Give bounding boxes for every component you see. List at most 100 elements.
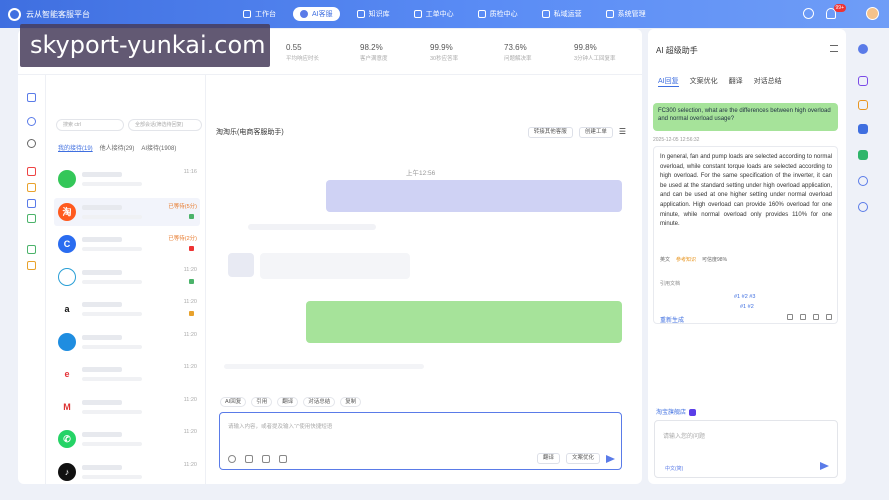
contact-name	[82, 334, 122, 340]
translate-button[interactable]: 翻译	[277, 397, 299, 407]
gmail-icon: M	[58, 397, 76, 416]
send-icon[interactable]	[606, 454, 615, 463]
clock-icon[interactable]	[27, 139, 36, 148]
file-icon[interactable]	[262, 455, 270, 463]
tab-ai[interactable]: AI接待(1908)	[141, 143, 176, 152]
bell-icon[interactable]: 99+	[826, 4, 846, 19]
thumbs-up-icon[interactable]	[787, 314, 793, 320]
message-time: 11:16	[183, 169, 197, 175]
list-item[interactable]: 淘 已等待(5分)	[54, 197, 200, 226]
nav-qa[interactable]: 质检中心	[471, 7, 525, 21]
clipboard-icon[interactable]	[858, 124, 868, 134]
ai-reply-button[interactable]: AI回复	[220, 397, 247, 407]
nav-private[interactable]: 私域运营	[535, 7, 589, 21]
robot-icon[interactable]	[858, 44, 868, 54]
image-icon[interactable]	[245, 455, 253, 463]
nav-knowledge[interactable]: 知识库	[350, 7, 397, 21]
insert-icon[interactable]	[826, 314, 832, 320]
filter-select[interactable]: 全部会话(筛选待回复)	[128, 119, 202, 131]
copy-icon[interactable]	[813, 314, 819, 320]
list-item[interactable]: 11:20	[54, 328, 200, 356]
ai-input-placeholder: 请输入您的问题	[663, 434, 706, 440]
share-icon[interactable]	[858, 150, 868, 160]
reference-links: #1 #2 #3 #1 #2	[734, 293, 755, 313]
flag-icon	[189, 213, 194, 219]
menu-icon[interactable]	[830, 45, 838, 52]
globe-icon[interactable]	[803, 8, 814, 19]
user-icon[interactable]	[858, 176, 868, 186]
star-icon[interactable]	[27, 199, 36, 208]
calendar-icon[interactable]	[27, 245, 36, 254]
ebay-icon: e	[58, 365, 76, 383]
main-panel: 0.55 平均响应时长 98.2% 客户满意度 99.9% 30秒应答率 73.6% 问…	[18, 29, 642, 484]
nav-system[interactable]: 系统管理	[599, 7, 653, 21]
tab-mine[interactable]: 我的接待(19)	[58, 143, 93, 152]
contact-name	[82, 204, 122, 210]
team-icon[interactable]	[27, 117, 36, 126]
create-ticket-button[interactable]: 创建工单	[578, 127, 613, 138]
note-icon[interactable]	[27, 261, 36, 270]
copy-button[interactable]: 复制	[340, 397, 362, 407]
ref-link[interactable]: #1 #2	[734, 303, 755, 313]
message-input[interactable]: 请输入内容，或者提及输入“/”使用快捷短语 翻译 文案优化	[219, 412, 622, 470]
send-icon[interactable]	[820, 462, 829, 470]
summary-button[interactable]: 对话总结	[303, 397, 336, 407]
list-item[interactable]: ♪ 11:20	[54, 458, 200, 485]
tiktok-icon: ♪	[58, 462, 76, 481]
add-icon[interactable]	[858, 202, 868, 212]
list-item[interactable]: M 11:20	[54, 393, 200, 421]
star-icon[interactable]	[27, 183, 36, 192]
nav-tickets[interactable]: 工单中心	[407, 7, 461, 21]
message-time: 11:20	[183, 364, 197, 370]
search-input[interactable]: 搜索 ctrl	[56, 119, 124, 131]
contact-name	[82, 464, 122, 470]
list-item[interactable]: 11:16	[54, 165, 200, 193]
message-image	[228, 253, 254, 277]
regenerate-button[interactable]: 重新生成	[660, 315, 684, 324]
logo-icon	[8, 8, 21, 21]
brand: 云从智能客服平台	[8, 8, 90, 21]
emoji-icon[interactable]	[228, 455, 236, 463]
message-bubble	[260, 253, 410, 279]
list-item[interactable]: ✆ 11:20	[54, 425, 200, 453]
quote-button[interactable]: 引用	[251, 397, 273, 407]
contact-name	[82, 172, 122, 177]
tag-knowledge[interactable]: 参考知识	[676, 256, 696, 263]
left-icon-nav	[18, 75, 46, 484]
taobao-icon: 淘	[58, 202, 76, 221]
ref-link[interactable]: #1 #2 #3	[734, 293, 755, 303]
chat-icon[interactable]	[27, 93, 36, 102]
tab-translate[interactable]: 翻译	[729, 76, 743, 87]
transfer-button[interactable]: 转接其他客服	[527, 127, 573, 138]
polish-button[interactable]: 文案优化	[565, 453, 600, 464]
list-item[interactable]: 11:20	[54, 263, 200, 291]
list-item[interactable]: C 已等待(2分)	[54, 230, 200, 258]
scissors-icon[interactable]	[279, 455, 287, 463]
answer-tags: 英文 参考知识 可信度98%	[660, 256, 727, 263]
conversation-list: 搜索 ctrl 全部会话(筛选待回复) 我的接待(19) 他人接待(29) AI…	[48, 75, 206, 484]
avatar[interactable]	[866, 7, 879, 20]
list-item[interactable]: e 11:20	[54, 360, 200, 388]
tab-summary[interactable]: 对话总结	[754, 76, 782, 87]
language-select[interactable]: 中文(简)	[665, 465, 683, 472]
list-item[interactable]: a 11:20	[54, 295, 200, 323]
list-tabs: 我的接待(19) 他人接待(29) AI接待(1908)	[58, 143, 176, 152]
question-time: 2025-12-05 12:56:32	[653, 137, 700, 143]
tab-others[interactable]: 他人接待(29)	[100, 143, 135, 152]
star-icon[interactable]	[27, 214, 36, 223]
nav-ai-service[interactable]: AI客服	[293, 7, 340, 21]
nav-workbench[interactable]: 工作台	[236, 7, 283, 21]
document-icon[interactable]	[858, 76, 868, 86]
star-icon[interactable]	[27, 167, 36, 176]
message-bubble	[326, 180, 622, 212]
tab-ai-reply[interactable]: AI回复	[658, 76, 679, 87]
thumbs-down-icon[interactable]	[800, 314, 806, 320]
ai-input[interactable]: 请输入您的问题 中文(简)	[654, 420, 838, 478]
stat-item: 99.8% 3分钟人工回复率	[574, 43, 616, 62]
translate-input-button[interactable]: 翻译	[536, 453, 560, 464]
tab-polish[interactable]: 文案优化	[690, 76, 718, 87]
menu-icon[interactable]: ☰	[619, 127, 626, 138]
chat-actions: 转接其他客服 创建工单 ☰	[527, 127, 626, 138]
calendar-icon[interactable]	[858, 100, 868, 110]
robot-icon	[300, 10, 308, 18]
